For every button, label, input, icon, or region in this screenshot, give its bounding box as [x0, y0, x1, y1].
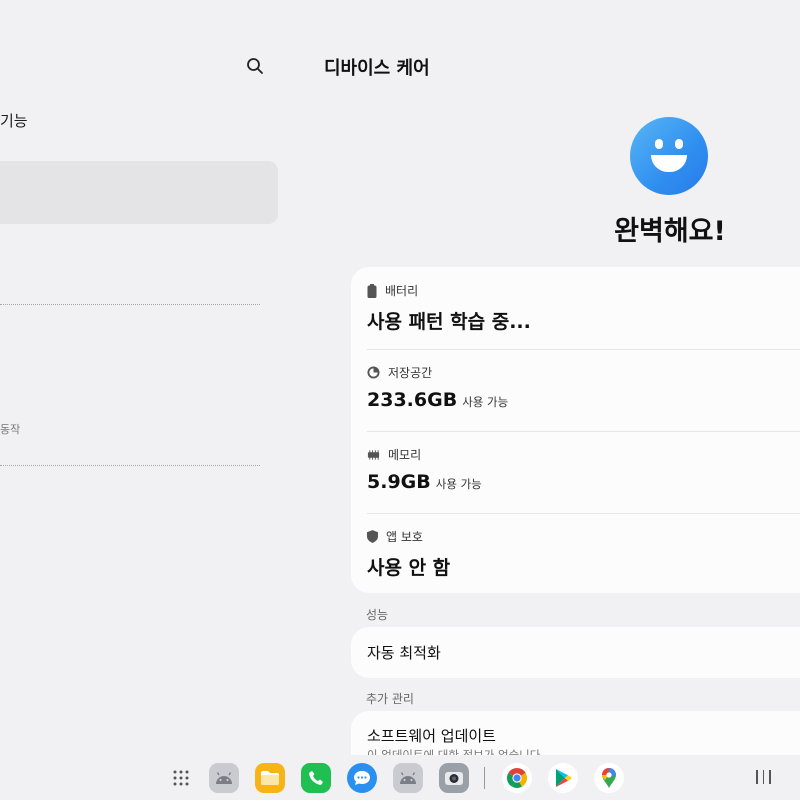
phone-icon — [309, 771, 323, 785]
chrome-button[interactable] — [502, 763, 532, 793]
status-text: 완벽해요! — [614, 216, 726, 247]
messages-icon — [354, 771, 370, 785]
storage-row[interactable]: 저장공간 233.6GB 사용 가능 — [351, 349, 800, 431]
memory-label: 메모리 — [388, 448, 422, 462]
settings-item-subtext: 동작 — [0, 423, 21, 436]
search-icon — [247, 58, 263, 74]
play-store-icon — [556, 769, 572, 787]
care-summary-card: 배터리 사용 패턴 학습 중... 저장공간 233.6GB 사용 가능 메모리… — [351, 267, 800, 593]
recents-icon — [769, 770, 771, 784]
storage-unit: 사용 가능 — [462, 395, 509, 409]
auto-optimize-label: 자동 최적화 — [367, 644, 441, 662]
android-app-button-2[interactable] — [393, 763, 423, 793]
files-icon — [261, 771, 279, 785]
auto-optimize-item[interactable]: 자동 최적화 — [351, 627, 800, 678]
settings-item-label[interactable]: 기능 — [0, 110, 28, 131]
battery-row[interactable]: 배터리 사용 패턴 학습 중... — [351, 267, 800, 349]
software-update-label: 소프트웨어 업데이트 — [367, 727, 496, 745]
shield-icon — [367, 530, 378, 543]
chrome-icon — [507, 768, 527, 788]
messages-button[interactable] — [347, 763, 377, 793]
storage-value: 233.6GB — [367, 389, 458, 411]
memory-row[interactable]: 메모리 5.9GB 사용 가능 — [351, 431, 800, 513]
battery-icon — [367, 283, 377, 298]
phone-button[interactable] — [301, 763, 331, 793]
taskbar-divider — [484, 767, 485, 789]
section-label-performance: 성능 — [366, 608, 389, 622]
device-care-pane: 디바이스 케어 완벽해요! 배터리 사용 패턴 학습 중... 저장공간 233… — [320, 0, 800, 771]
selected-settings-item[interactable] — [0, 161, 278, 224]
smiley-face-icon — [630, 117, 708, 195]
android-app-icon — [216, 772, 232, 784]
memory-unit: 사용 가능 — [435, 477, 482, 491]
recents-icon — [756, 770, 758, 784]
memory-value: 5.9GB — [367, 471, 431, 493]
camera-icon — [445, 772, 463, 785]
battery-label: 배터리 — [385, 284, 419, 298]
divider — [0, 304, 260, 305]
maps-button[interactable] — [594, 763, 624, 793]
maps-icon — [602, 768, 616, 788]
memory-chip-icon — [367, 449, 380, 460]
recents-icon — [762, 770, 764, 784]
taskbar — [0, 755, 800, 800]
camera-button[interactable] — [439, 763, 469, 793]
app-protection-value: 사용 안 함 — [367, 557, 451, 579]
android-app-icon — [400, 772, 416, 784]
recents-button[interactable] — [756, 770, 771, 784]
divider — [0, 465, 260, 466]
files-button[interactable] — [255, 763, 285, 793]
app-protection-row[interactable]: 앱 보호 사용 안 함 — [351, 513, 800, 595]
page-title: 디바이스 케어 — [324, 58, 430, 79]
android-app-button[interactable] — [209, 763, 239, 793]
settings-list-pane: 기능 동작 — [0, 0, 290, 760]
search-button[interactable] — [242, 53, 268, 79]
app-drawer-icon — [173, 770, 189, 786]
battery-value: 사용 패턴 학습 중... — [367, 311, 531, 333]
storage-label: 저장공간 — [388, 366, 433, 380]
app-drawer-button[interactable] — [166, 763, 196, 793]
storage-pie-icon — [367, 366, 380, 379]
section-label-extra: 추가 관리 — [366, 692, 414, 706]
play-store-button[interactable] — [548, 763, 578, 793]
app-protection-label: 앱 보호 — [386, 530, 423, 544]
